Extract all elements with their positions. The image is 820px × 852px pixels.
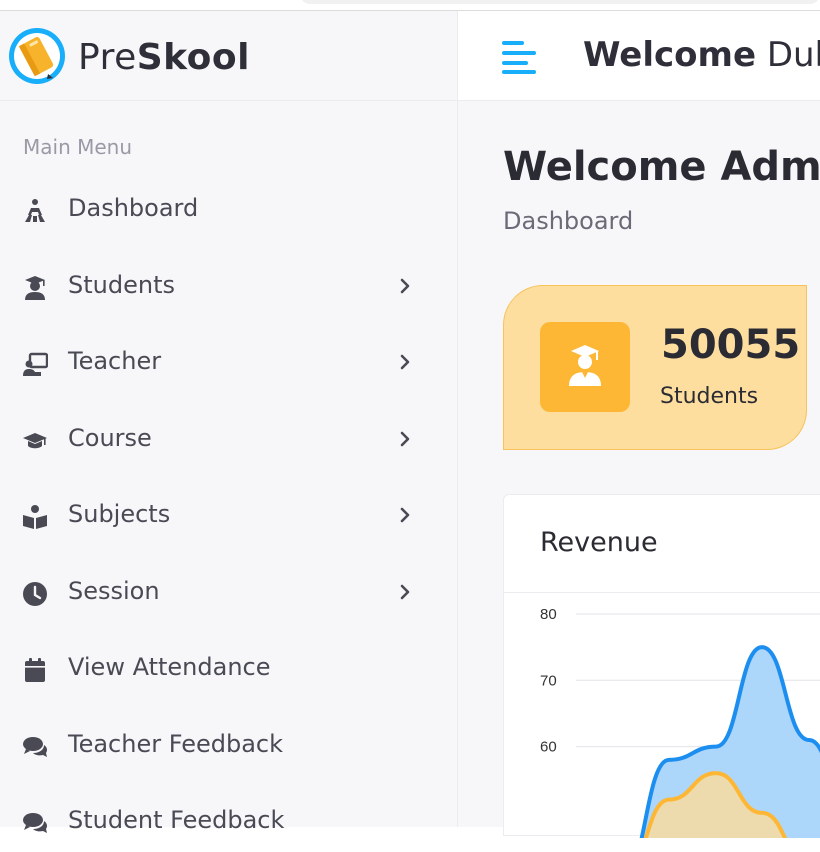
book-reader-icon bbox=[23, 505, 47, 529]
header-welcome: Welcome Dul bbox=[583, 35, 820, 75]
sidebar-item-label: Teacher Feedback bbox=[68, 730, 284, 758]
sidebar-item-label: Students bbox=[68, 271, 175, 299]
sidebar-item-course[interactable]: Course bbox=[0, 410, 457, 470]
sidebar-item-label: Course bbox=[68, 424, 152, 452]
chevron-right-icon bbox=[400, 584, 410, 600]
revenue-card: Revenue 60 70 80 bbox=[503, 494, 820, 838]
comments-icon bbox=[23, 737, 48, 757]
browser-top-strip bbox=[0, 0, 820, 11]
teacher-icon bbox=[23, 352, 48, 376]
sidebar-item-label: Subjects bbox=[68, 500, 171, 528]
comments-icon bbox=[23, 813, 48, 833]
main-content: Welcome Dul Welcome Adm Dashboard 50055 … bbox=[458, 11, 820, 838]
brand-prefix: Pre bbox=[78, 37, 137, 78]
logo-row: PreSkool bbox=[0, 11, 457, 101]
calendar-icon bbox=[25, 658, 45, 682]
sidebar-item-subjects[interactable]: Subjects bbox=[0, 486, 457, 546]
header-welcome-bold: Welcome bbox=[583, 35, 757, 75]
student-icon bbox=[569, 345, 601, 386]
graduation-cap-icon bbox=[23, 433, 47, 449]
stat-icon-box bbox=[540, 322, 630, 412]
y-tick-label: 60 bbox=[540, 739, 557, 756]
brand-name: PreSkool bbox=[78, 37, 250, 78]
menu-section-title: Main Menu bbox=[23, 135, 133, 159]
browser-address-bar bbox=[300, 0, 820, 4]
top-header: Welcome Dul bbox=[458, 11, 820, 101]
sidebar-item-label: Teacher bbox=[68, 347, 162, 375]
sidebar-item-student-feedback[interactable]: Student Feedback bbox=[0, 792, 457, 852]
sidebar-item-dashboard[interactable]: Dashboard bbox=[0, 180, 457, 240]
sidebar-item-label: Student Feedback bbox=[68, 806, 285, 834]
brand-suffix: Skool bbox=[136, 37, 250, 78]
sidebar-item-label: Dashboard bbox=[68, 194, 199, 222]
y-tick-label: 70 bbox=[540, 672, 557, 689]
sidebar-item-teacher-feedback[interactable]: Teacher Feedback bbox=[0, 716, 457, 776]
students-stat-card[interactable]: 50055 Students bbox=[503, 285, 807, 450]
revenue-card-header: Revenue bbox=[504, 495, 820, 593]
chevron-right-icon bbox=[400, 431, 410, 447]
sidebar-item-session[interactable]: Session bbox=[0, 563, 457, 623]
sidebar-item-students[interactable]: Students bbox=[0, 257, 457, 317]
stat-value: 50055 bbox=[661, 322, 801, 368]
menu-toggle-icon[interactable] bbox=[502, 39, 540, 75]
sidebar: PreSkool Main Menu Dashboard Students Te… bbox=[0, 11, 458, 834]
y-tick-label: 80 bbox=[540, 606, 557, 623]
sidebar-item-label: Session bbox=[68, 577, 160, 605]
clock-icon bbox=[23, 582, 47, 606]
dashboard-icon bbox=[25, 199, 45, 222]
breadcrumb: Dashboard bbox=[503, 207, 634, 235]
student-icon bbox=[25, 276, 45, 300]
sidebar-item-teacher[interactable]: Teacher bbox=[0, 333, 457, 393]
chevron-right-icon bbox=[400, 278, 410, 294]
chevron-right-icon bbox=[400, 354, 410, 370]
revenue-chart: 60 70 80 bbox=[540, 606, 820, 838]
chevron-right-icon bbox=[400, 507, 410, 523]
stat-label: Students bbox=[660, 384, 759, 409]
sidebar-item-view-attendance[interactable]: View Attendance bbox=[0, 639, 457, 699]
revenue-title: Revenue bbox=[540, 527, 658, 558]
preskool-logo-icon[interactable] bbox=[8, 27, 66, 85]
page-title: Welcome Adm bbox=[503, 144, 820, 190]
sidebar-item-label: View Attendance bbox=[68, 653, 271, 681]
header-user-name: Dul bbox=[766, 35, 820, 75]
